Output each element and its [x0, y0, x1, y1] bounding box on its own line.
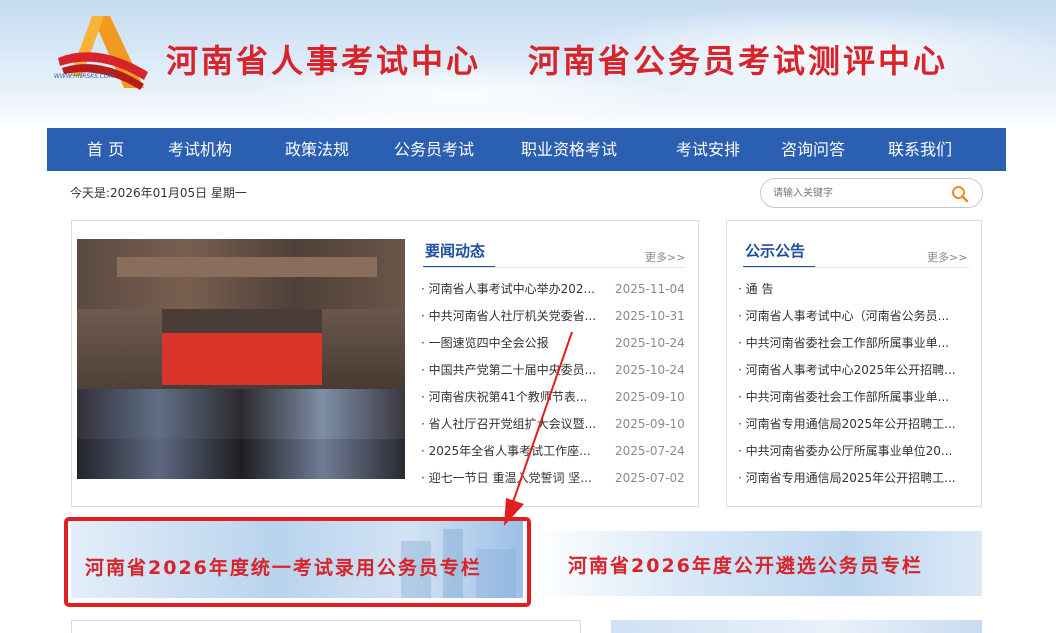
news-more-link[interactable]: 更多>>: [645, 249, 685, 265]
civil-servant-recruitment-banner[interactable]: 河南省2026年度统一考试录用公务员专栏: [71, 521, 523, 598]
news-list-item[interactable]: · 河南省人事考试中心举办202... 2025-11-04: [421, 277, 689, 301]
news-item-title: · 河南省人事考试中心举办202...: [421, 282, 595, 296]
news-list-item[interactable]: · 河南省庆祝第41个教师节表... 2025-09-10: [421, 385, 689, 409]
nav-item-home[interactable]: 首 页: [87, 128, 124, 171]
site-header: WWW.HNRSKS.COM 河南省人事考试中心 河南省公务员考试测评中心: [0, 0, 1056, 128]
news-item-date: 2025-11-04: [615, 282, 685, 296]
news-item-title: · 一图速览四中全会公报: [421, 336, 549, 350]
news-item-date: 2025-09-10: [615, 417, 685, 431]
news-item-date: 2025-10-31: [615, 309, 685, 323]
notice-list-item[interactable]: · 通 告: [738, 277, 974, 301]
notice-item-title: · 河南省人事考试中心（河南省公务员...: [738, 309, 950, 323]
nav-item-exam-institutions[interactable]: 考试机构: [168, 128, 232, 171]
nav-item-civil-servant-exam[interactable]: 公务员考试: [394, 128, 474, 171]
main-nav: 首 页 考试机构 政策法规 公务员考试 职业资格考试 考试安排 咨询问答 联系我…: [47, 128, 1006, 171]
news-section-title[interactable]: 要闻动态: [425, 240, 485, 261]
notice-list-item[interactable]: · 中共河南省委办公厅所属事业单位20...: [738, 439, 974, 463]
news-item-title: · 中国共产党第二十届中央委员...: [421, 363, 597, 377]
search-input[interactable]: [773, 184, 943, 202]
lower-panel-right: [611, 620, 982, 633]
nav-item-exam-schedule[interactable]: 考试安排: [676, 128, 740, 171]
civil-servant-selection-banner[interactable]: 河南省2026年度公开遴选公务员专栏: [530, 531, 982, 596]
civil-servant-recruitment-banner-text: 河南省2026年度统一考试录用公务员专栏: [85, 557, 482, 579]
notices-more-link[interactable]: 更多>>: [927, 249, 967, 265]
notice-list-item[interactable]: · 河南省专用通信局2025年公开招聘工...: [738, 466, 974, 490]
site-title-civil-servant-center: 河南省公务员考试测评中心: [528, 42, 949, 80]
notice-item-title: · 河南省专用通信局2025年公开招聘工...: [738, 471, 956, 485]
current-date: 今天是:2026年01月05日 星期一: [70, 186, 247, 200]
logo-text: WWW.HNRSKS.COM: [54, 73, 115, 80]
news-item-title: · 省人社厅召开党组扩大会议暨...: [421, 417, 597, 431]
notice-item-title: · 中共河南省委社会工作部所属事业单...: [738, 336, 950, 350]
news-item-date: 2025-10-24: [615, 363, 685, 377]
news-item-date: 2025-09-10: [615, 390, 685, 404]
news-list-item[interactable]: · 2025年全省人事考试工作座... 2025-07-24: [421, 439, 689, 463]
notice-list-item[interactable]: · 河南省人事考试中心（河南省公务员...: [738, 304, 974, 328]
news-list-item[interactable]: · 省人社厅召开党组扩大会议暨... 2025-09-10: [421, 412, 689, 436]
notices-section-divider: [743, 267, 969, 268]
nav-item-policies[interactable]: 政策法规: [285, 128, 349, 171]
news-photo[interactable]: [77, 239, 405, 479]
news-list-item[interactable]: · 中共河南省人社厅机关党委省... 2025-10-31: [421, 304, 689, 328]
site-logo[interactable]: WWW.HNRSKS.COM: [52, 14, 162, 92]
notice-item-title: · 中共河南省委社会工作部所属事业单...: [738, 390, 950, 404]
news-item-date: 2025-10-24: [615, 336, 685, 350]
notice-item-title: · 通 告: [738, 282, 774, 296]
notice-item-title: · 河南省专用通信局2025年公开招聘工...: [738, 417, 956, 431]
news-item-title: · 河南省庆祝第41个教师节表...: [421, 390, 588, 404]
notice-list-item[interactable]: · 河南省专用通信局2025年公开招聘工...: [738, 412, 974, 436]
notice-list-item[interactable]: · 河南省人事考试中心2025年公开招聘...: [738, 358, 974, 382]
news-list-item[interactable]: · 一图速览四中全会公报 2025-10-24: [421, 331, 689, 355]
civil-servant-selection-banner-text: 河南省2026年度公开遴选公务员专栏: [568, 555, 923, 577]
news-item-title: · 中共河南省人社厅机关党委省...: [421, 309, 597, 323]
news-item-date: 2025-07-02: [615, 471, 685, 485]
lower-panel-left: [71, 620, 581, 633]
nav-item-professional-qualification[interactable]: 职业资格考试: [521, 128, 617, 171]
news-section-divider: [423, 267, 685, 268]
news-list-item[interactable]: · 中国共产党第二十届中央委员... 2025-10-24: [421, 358, 689, 382]
notices-section-title[interactable]: 公示公告: [745, 240, 805, 261]
site-title-personnel-exam-center: 河南省人事考试中心: [166, 42, 482, 80]
search-box: [760, 178, 983, 208]
news-list-item[interactable]: · 迎七一节日 重温入党誓词 坚... 2025-07-02: [421, 466, 689, 490]
notice-list-item[interactable]: · 中共河南省委社会工作部所属事业单...: [738, 331, 974, 355]
notice-item-title: · 河南省人事考试中心2025年公开招聘...: [738, 363, 956, 377]
nav-item-contact[interactable]: 联系我们: [888, 128, 952, 171]
news-item-date: 2025-07-24: [615, 444, 685, 458]
news-item-title: · 迎七一节日 重温入党誓词 坚...: [421, 471, 592, 485]
notice-item-title: · 中共河南省委办公厅所属事业单位20...: [738, 444, 953, 458]
notice-list-item[interactable]: · 中共河南省委社会工作部所属事业单...: [738, 385, 974, 409]
search-icon[interactable]: [950, 184, 970, 204]
news-item-title: · 2025年全省人事考试工作座...: [421, 444, 591, 458]
nav-item-faq[interactable]: 咨询问答: [781, 128, 845, 171]
